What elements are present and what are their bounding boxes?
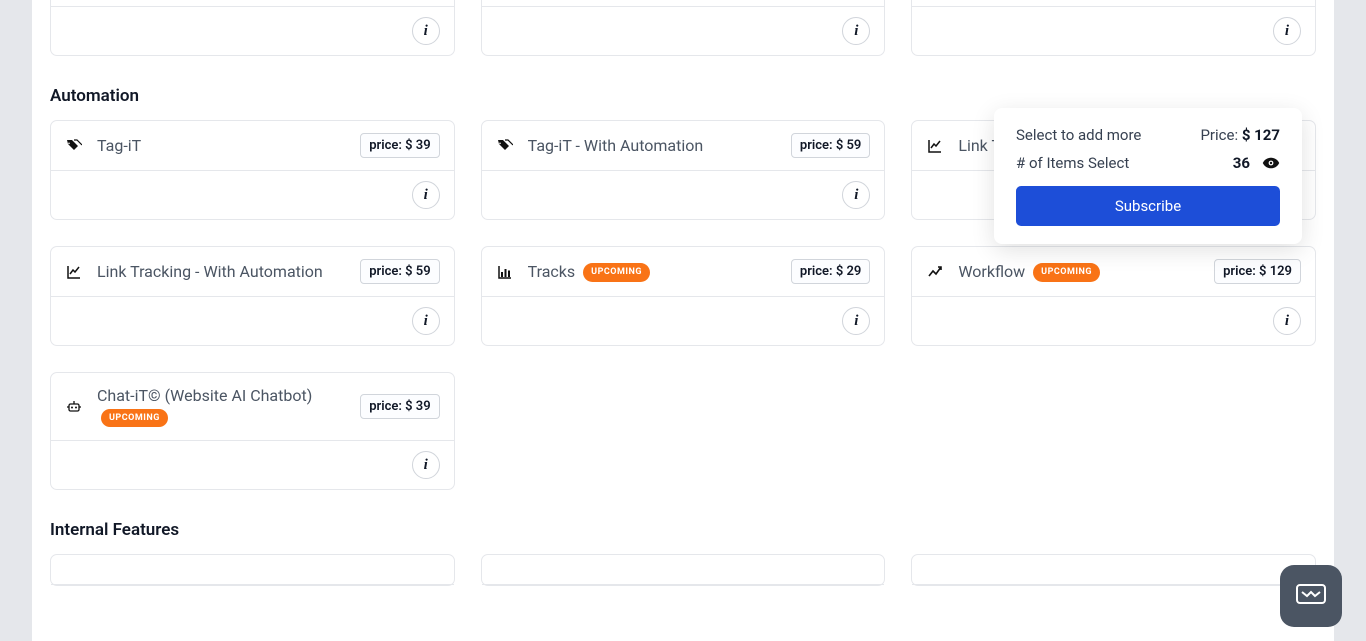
feature-card-custom-persona[interactable]: Custom Persona price: $ 79 i xyxy=(50,0,455,56)
items-count-label: # of Items Select xyxy=(1016,154,1129,172)
items-count-value: 36 xyxy=(1233,154,1250,172)
price-badge: price: $ 39 xyxy=(360,394,439,419)
tags-icon xyxy=(496,137,514,155)
feature-card-tracks[interactable]: Tracks UPCOMING price: $ 29 i xyxy=(481,246,886,346)
price-badge: price: $ 59 xyxy=(360,259,439,284)
feature-name: Tag-iT - With Automation xyxy=(528,135,777,157)
info-button[interactable]: i xyxy=(1273,307,1301,335)
feature-name: Workflow UPCOMING xyxy=(958,261,1200,283)
feature-card-recommendations[interactable]: Recommendations price: $ 79 i xyxy=(911,0,1316,56)
cart-summary-panel: Select to add more Price: $ 127 # of Ite… xyxy=(994,108,1302,244)
feature-card-workflow[interactable]: Workflow UPCOMING price: $ 129 i xyxy=(911,246,1316,346)
upcoming-badge: UPCOMING xyxy=(101,409,168,427)
feature-card-transfer[interactable]: Transfer price: $ 39 i xyxy=(481,0,886,56)
info-button[interactable]: i xyxy=(842,17,870,45)
select-more-label: Select to add more xyxy=(1016,126,1141,144)
info-button[interactable]: i xyxy=(412,451,440,479)
info-button[interactable]: i xyxy=(842,181,870,209)
feature-name: Link Tracking - With Automation xyxy=(97,261,346,283)
price-badge: price: $ 129 xyxy=(1214,259,1301,284)
info-button[interactable]: i xyxy=(1273,17,1301,45)
chart-line-icon xyxy=(926,137,944,155)
chat-widget-button[interactable] xyxy=(1280,565,1342,627)
feature-name: Tracks UPCOMING xyxy=(528,261,777,283)
feature-card[interactable] xyxy=(911,554,1316,586)
info-button[interactable]: i xyxy=(842,307,870,335)
tags-icon xyxy=(65,137,83,155)
upcoming-badge: UPCOMING xyxy=(1033,263,1100,281)
trend-up-icon xyxy=(926,263,944,281)
price-badge: price: $ 39 xyxy=(360,133,439,158)
feature-card-tag-it[interactable]: Tag-iT price: $ 39 i xyxy=(50,120,455,220)
price-label: Price: xyxy=(1200,126,1238,144)
feature-name: Tag-iT xyxy=(97,135,346,157)
chart-line-icon xyxy=(65,263,83,281)
feature-card[interactable] xyxy=(50,554,455,586)
upcoming-badge: UPCOMING xyxy=(583,263,650,281)
price-value: $ 127 xyxy=(1242,126,1280,144)
info-button[interactable]: i xyxy=(412,307,440,335)
main-content: i i i Custom Persona price: $ 79 i xyxy=(32,0,1334,641)
section-title-automation: Automation xyxy=(50,86,1316,106)
info-button[interactable]: i xyxy=(412,181,440,209)
price-badge: price: $ 29 xyxy=(791,259,870,284)
feature-card[interactable] xyxy=(481,554,886,586)
robot-icon xyxy=(65,398,83,416)
info-button[interactable]: i xyxy=(412,17,440,45)
price-badge: price: $ 59 xyxy=(791,133,870,158)
subscribe-button[interactable]: Subscribe xyxy=(1016,186,1280,226)
chart-bar-icon xyxy=(496,263,514,281)
section-title-internal: Internal Features xyxy=(50,520,1316,540)
feature-name: Chat-iT© (Website AI Chatbot)UPCOMING xyxy=(97,385,346,428)
eye-icon[interactable] xyxy=(1262,156,1280,170)
feature-card-chat-it[interactable]: Chat-iT© (Website AI Chatbot)UPCOMING pr… xyxy=(50,372,455,490)
feature-card-tag-it-automation[interactable]: Tag-iT - With Automation price: $ 59 i xyxy=(481,120,886,220)
feature-card-link-tracking-automation[interactable]: Link Tracking - With Automation price: $… xyxy=(50,246,455,346)
